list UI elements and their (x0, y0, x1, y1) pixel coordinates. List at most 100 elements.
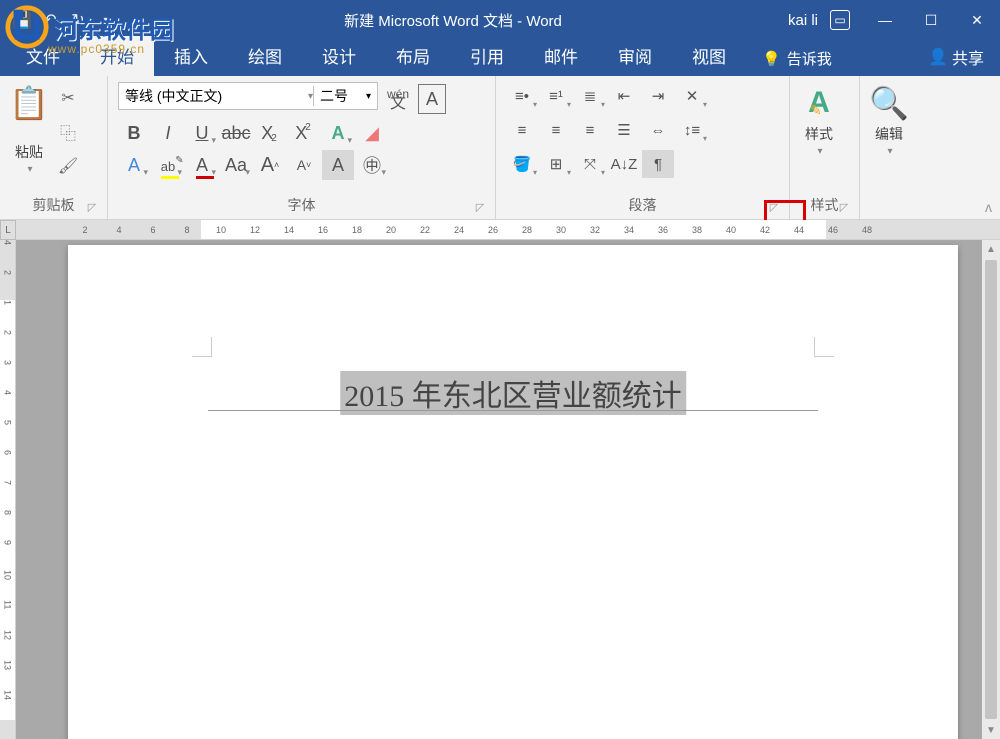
maximize-button[interactable]: ☐ (908, 0, 954, 40)
format-painter-button[interactable]: 🖌 (54, 152, 82, 180)
tab-home[interactable]: 开始 (80, 36, 154, 76)
cut-button[interactable]: ✂ (54, 84, 82, 112)
increase-indent-button[interactable]: ⇥ (642, 82, 674, 110)
ruler-mark: 28 (510, 225, 544, 235)
clear-formatting-button[interactable]: ◢ (356, 118, 388, 148)
tell-me-search[interactable]: 💡 告诉我 (746, 41, 848, 76)
ribbon: 📋 粘贴 ▾ ✂ ⿻ 🖌 剪贴板◸ 等线 (中文正文) ▾ 二号▾ wén文 A (0, 76, 1000, 220)
styles-launcher[interactable]: ◸ (837, 201, 851, 215)
grow-font-button[interactable]: A˄ (254, 150, 286, 180)
ruler-mark: 30 (544, 225, 578, 235)
tab-view[interactable]: 视图 (672, 36, 746, 76)
character-shading-button[interactable]: A (322, 150, 354, 180)
character-border-button[interactable]: A (418, 84, 446, 114)
editing-button[interactable]: 🔍 编辑 ▾ (866, 80, 912, 161)
bold-button[interactable]: B (118, 118, 150, 148)
qat-save-icon[interactable]: 💾 (10, 8, 34, 32)
ruler-mark: 2 (3, 330, 13, 360)
tab-insert[interactable]: 插入 (154, 36, 228, 76)
ruler-mark: 11 (3, 600, 13, 630)
ruler-mark: 9 (3, 540, 13, 570)
horizontal-ruler[interactable]: 2468101214161820222426283032343638404244… (16, 220, 1000, 239)
tab-design[interactable]: 设计 (302, 36, 376, 76)
align-center-button[interactable]: ≡ (540, 116, 572, 144)
qat-undo-icon[interactable]: ↶ (38, 8, 62, 32)
enclose-characters-button[interactable]: ㊥ (356, 150, 388, 180)
char-scale-button[interactable]: ⤧ (574, 150, 606, 178)
ruler-mark: 10 (3, 570, 13, 600)
document-heading-selected[interactable]: 2015 年东北区营业额统计 (340, 371, 686, 415)
line-spacing-button[interactable]: ↕≡ (676, 116, 708, 144)
qat-customize-icon[interactable]: ▾ (94, 8, 118, 32)
styles-button[interactable]: A✎ 样式 ▾ (796, 80, 842, 161)
tab-layout[interactable]: 布局 (376, 36, 450, 76)
underline-button[interactable]: U (186, 118, 218, 148)
change-case-button[interactable]: Aa (220, 150, 252, 180)
sort-button[interactable]: A↓Z (608, 150, 640, 178)
decrease-indent-button[interactable]: ⇤ (608, 82, 640, 110)
collapse-ribbon-button[interactable]: ʌ (985, 199, 992, 215)
account-name[interactable]: kai li (788, 12, 818, 29)
strikethrough-button[interactable]: abc (220, 118, 252, 148)
ruler-mark: 40 (714, 225, 748, 235)
font-size-select[interactable]: 二号▾ (313, 86, 377, 106)
copy-icon: ⿻ (60, 120, 76, 144)
ruler-mark: 4 (3, 240, 13, 270)
italic-button[interactable]: I (152, 118, 184, 148)
highlight-pen-icon: ✎ (175, 155, 183, 166)
clipboard-icon: 📋 (10, 84, 48, 122)
scroll-down-button[interactable]: ▼ (982, 721, 1000, 739)
text-fill-button[interactable]: A (118, 150, 150, 180)
show-marks-button[interactable]: ¶ (642, 150, 674, 178)
heading-underline (208, 410, 818, 411)
qat-redo-icon[interactable]: ↻ (66, 8, 90, 32)
tab-selector[interactable]: L (0, 220, 16, 240)
copy-button[interactable]: ⿻ (54, 118, 82, 146)
align-left-button[interactable]: ≡ (506, 116, 538, 144)
minimize-button[interactable]: — (862, 0, 908, 40)
share-button[interactable]: 👤 共享 (912, 38, 1000, 76)
paste-button[interactable]: 📋 粘贴 ▾ (6, 80, 52, 179)
document-page[interactable]: 2015 年东北区营业额统计 (68, 245, 958, 739)
clipboard-launcher[interactable]: ◸ (85, 201, 99, 215)
ruler-mark: 32 (578, 225, 612, 235)
superscript-button[interactable]: X2 (288, 118, 320, 148)
ribbon-tabs: 文件 开始 插入 绘图 设计 布局 引用 邮件 审阅 视图 💡 告诉我 👤 共享 (0, 40, 1000, 76)
tab-references[interactable]: 引用 (450, 36, 524, 76)
numbering-button[interactable]: ≡¹ (540, 82, 572, 110)
subscript-button[interactable]: X2 (254, 118, 286, 148)
tab-review[interactable]: 审阅 (598, 36, 672, 76)
ruler-mark: 7 (3, 480, 13, 510)
ruler-mark: 5 (3, 420, 13, 450)
tab-file[interactable]: 文件 (6, 36, 80, 76)
text-effects-button[interactable]: A (322, 118, 354, 148)
tab-mailings[interactable]: 邮件 (524, 36, 598, 76)
close-button[interactable]: ✕ (954, 0, 1000, 40)
highlight-button[interactable]: ab✎ (152, 150, 184, 180)
font-color-button[interactable]: A (186, 150, 218, 180)
align-right-button[interactable]: ≡ (574, 116, 606, 144)
font-name-select[interactable]: 等线 (中文正文) (119, 86, 306, 106)
shading-button[interactable]: 🪣 (506, 150, 538, 178)
shrink-font-button[interactable]: A˅ (288, 150, 320, 180)
paragraph-launcher[interactable]: ◸ (767, 201, 781, 215)
paste-label: 粘贴 (15, 142, 43, 162)
bullets-button[interactable]: ≡• (506, 82, 538, 110)
borders-button[interactable]: ⊞ (540, 150, 572, 178)
font-launcher[interactable]: ◸ (473, 201, 487, 215)
align-justify-button[interactable]: ☰ (608, 116, 640, 144)
distributed-button[interactable]: ⇔ (642, 116, 674, 144)
vertical-ruler[interactable]: 42 1234567891011121314 (0, 240, 16, 739)
scroll-thumb[interactable] (985, 260, 997, 719)
vertical-scrollbar[interactable]: ▲ ▼ (982, 240, 1000, 739)
asian-layout-button[interactable]: ✕ (676, 82, 708, 110)
clipboard-group-label: 剪贴板 (33, 197, 75, 213)
ruler-mark: 34 (612, 225, 646, 235)
scroll-up-button[interactable]: ▲ (982, 240, 1000, 258)
ruler-horizontal-area: L 24681012141618202224262830323436384042… (0, 220, 1000, 240)
multilevel-list-button[interactable]: ≣ (574, 82, 606, 110)
tab-draw[interactable]: 绘图 (228, 36, 302, 76)
phonetic-guide-button[interactable]: wén文 (382, 84, 414, 114)
ruler-mark: 13 (3, 660, 13, 690)
ribbon-display-options-icon[interactable]: ▭ (830, 10, 850, 30)
